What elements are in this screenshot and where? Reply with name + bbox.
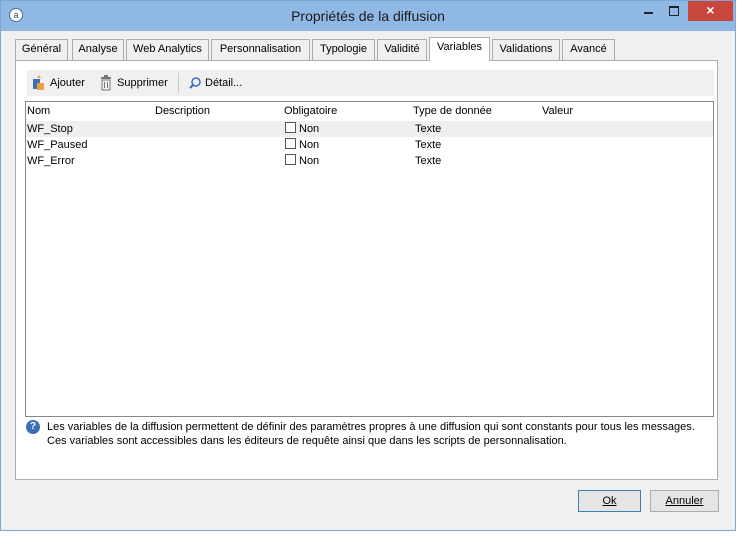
close-icon: × — [706, 2, 715, 18]
row-type: Texte — [415, 123, 442, 135]
mandatory-checkbox[interactable] — [285, 138, 296, 149]
add-button[interactable]: Ajouter — [32, 75, 92, 91]
row-name: WF_Error — [27, 155, 75, 167]
row-name: WF_Stop — [27, 123, 73, 135]
minimize-button[interactable] — [635, 1, 661, 21]
column-header-nom[interactable]: Nom — [27, 105, 50, 117]
maximize-button[interactable] — [661, 1, 687, 21]
variables-panel: Ajouter Supprimer Détail... Nom Descript… — [15, 60, 718, 480]
mandatory-checkbox[interactable] — [285, 154, 296, 165]
minimize-icon — [644, 12, 653, 14]
maximize-icon — [669, 6, 679, 16]
cancel-button[interactable]: Annuler — [650, 490, 719, 512]
tab-avance[interactable]: Avancé — [562, 39, 615, 60]
column-header-valeur[interactable]: Valeur — [542, 105, 573, 117]
tab-variables[interactable]: Variables — [429, 37, 490, 61]
detail-button[interactable]: Détail... — [188, 75, 248, 91]
row-type: Texte — [415, 155, 442, 167]
help-line-1: Les variables de la diffusion permettent… — [47, 421, 695, 433]
help-icon: ? — [26, 420, 40, 434]
toolbar: Ajouter Supprimer Détail... — [27, 70, 714, 96]
add-icon — [33, 75, 44, 90]
table-row[interactable]: WF_Error Non Texte — [26, 153, 713, 169]
tab-typologie[interactable]: Typologie — [312, 39, 375, 60]
help-text: Les variables de la diffusion permettent… — [47, 420, 717, 448]
column-header-type[interactable]: Type de donnée — [413, 105, 492, 117]
row-type: Texte — [415, 139, 442, 151]
table-row[interactable]: WF_Paused Non Texte — [26, 137, 713, 153]
row-mandatory[interactable]: Non — [285, 122, 319, 136]
table-row[interactable]: WF_Stop Non Texte — [26, 121, 713, 137]
tab-analyse[interactable]: Analyse — [72, 39, 124, 60]
toolbar-separator — [178, 73, 179, 93]
delete-label: Supprimer — [117, 77, 168, 89]
tab-validations[interactable]: Validations — [492, 39, 560, 60]
ok-button[interactable]: Ok — [578, 490, 641, 512]
add-label: Ajouter — [50, 77, 85, 89]
title-bar[interactable]: a Propriétés de la diffusion × — [1, 1, 735, 31]
delete-button[interactable]: Supprimer — [99, 75, 174, 91]
trash-icon — [101, 75, 111, 91]
row-name: WF_Paused — [27, 139, 88, 151]
tab-general[interactable]: Général — [15, 39, 68, 60]
help-line-2: Ces variables sont accessibles dans les … — [47, 435, 567, 447]
dialog-window: a Propriétés de la diffusion × Général A… — [0, 0, 736, 531]
column-header-obligatoire[interactable]: Obligatoire — [284, 105, 337, 117]
column-header-description[interactable]: Description — [155, 105, 210, 117]
row-mandatory[interactable]: Non — [285, 138, 319, 152]
detail-label: Détail... — [205, 77, 243, 89]
search-icon — [189, 77, 201, 89]
tab-web-analytics[interactable]: Web Analytics — [126, 39, 209, 60]
tab-validite[interactable]: Validité — [377, 39, 427, 60]
variables-list[interactable]: Nom Description Obligatoire Type de donn… — [25, 101, 714, 417]
tab-personnalisation[interactable]: Personnalisation — [211, 39, 310, 60]
window-title: Propriétés de la diffusion — [291, 8, 445, 24]
close-button[interactable]: × — [688, 1, 733, 21]
mandatory-checkbox[interactable] — [285, 122, 296, 133]
row-mandatory[interactable]: Non — [285, 154, 319, 168]
